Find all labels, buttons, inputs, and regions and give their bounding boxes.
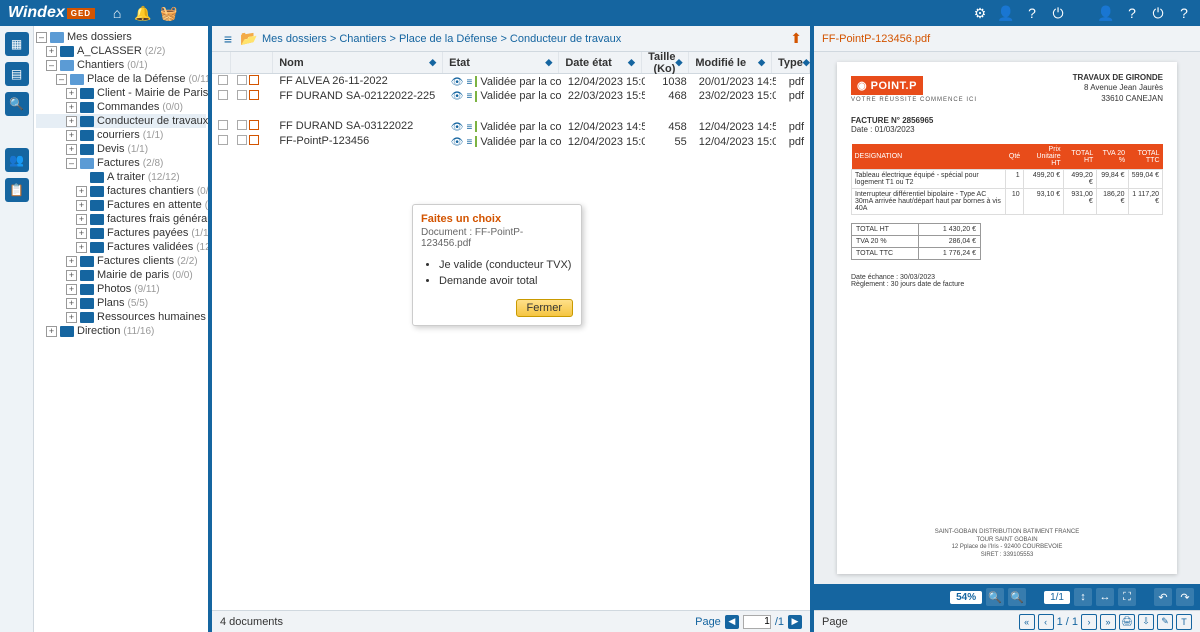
document-page: ◉ POINT.P VOTRE RÉUSSITE COMMENCE ICI TR…: [837, 62, 1177, 574]
pointp-logo: ◉ POINT.P: [851, 76, 923, 95]
zoom-level: 54%: [950, 591, 982, 604]
zoom-out-icon[interactable]: 🔍: [986, 588, 1004, 606]
fullscreen-icon[interactable]: ⛶: [1118, 588, 1136, 606]
tree-item[interactable]: +Factures en attente (0/0): [36, 198, 206, 212]
modal-subtitle: Document : FF-PointP-123456.pdf: [421, 227, 573, 249]
tree-item[interactable]: –Factures (2/8): [36, 156, 206, 170]
modal-close-button[interactable]: Fermer: [516, 299, 573, 317]
menu-icon[interactable]: ≡: [220, 31, 236, 47]
table-row[interactable]: FF-PointP-123456👁 ≡ Validée par la compt…: [212, 134, 810, 149]
tree-item[interactable]: +Conducteur de travaux (11/11): [36, 114, 206, 128]
tree-item[interactable]: A traiter (12/12): [36, 170, 206, 184]
folder-add-icon[interactable]: 📂: [241, 31, 257, 47]
rail-filter-icon[interactable]: ▤: [5, 62, 29, 86]
preview-filename: FF-PointP-123456.pdf: [814, 26, 1200, 52]
gear-icon[interactable]: ⚙: [972, 5, 988, 21]
first-page-icon[interactable]: «: [1019, 614, 1035, 630]
tree-item[interactable]: +factures chantiers (0/0): [36, 184, 206, 198]
breadcrumb-text: Mes dossiers > Chantiers > Place de la D…: [262, 33, 621, 45]
user2-icon[interactable]: 👤: [1098, 5, 1114, 21]
tree-item[interactable]: +Factures payées (1/1): [36, 226, 206, 240]
modal-option-validate[interactable]: Je valide (conducteur TVX): [439, 257, 573, 273]
modal-title: Faites un choix: [421, 213, 573, 225]
sign-icon[interactable]: ✎: [1157, 614, 1173, 630]
tree-item[interactable]: +Client - Mairie de Paris (8/10): [36, 86, 206, 100]
page-next-icon[interactable]: ▶: [788, 615, 802, 629]
rotate-right-icon[interactable]: ↷: [1176, 588, 1194, 606]
page-prev-icon[interactable]: ◀: [725, 615, 739, 629]
modal-option-avoir[interactable]: Demande avoir total: [439, 273, 573, 289]
center-panel: ≡ 📂 Mes dossiers > Chantiers > Place de …: [212, 26, 814, 632]
tree-item[interactable]: +Ressources humaines (2/2): [36, 310, 206, 324]
table-row[interactable]: FF DURAND SA-02122022-225👁 ≡ Validée par…: [212, 89, 810, 119]
app-logo: WindexGED: [8, 4, 95, 22]
tree-item[interactable]: +courriers (1/1): [36, 128, 206, 142]
topbar-right-icons: ⚙ 👤 ? ⏻ 👤 ? ⏻ ?: [972, 5, 1192, 21]
tree-item[interactable]: +Photos (9/11): [36, 282, 206, 296]
grid-header: Nom◆ Etat◆ Date état◆ Taille (Ko)◆ Modif…: [212, 52, 810, 74]
topbar-left-icons: ⌂ 🔔 🧺: [109, 5, 177, 21]
zoom-in-icon[interactable]: 🔍: [1008, 588, 1026, 606]
invoice-totals: TOTAL HT1 430,20 € TVA 20 %286,04 € TOTA…: [851, 223, 981, 260]
tree-item[interactable]: +A_CLASSER (2/2): [36, 44, 206, 58]
rail-search-icon[interactable]: 🔍: [5, 92, 29, 116]
preview-viewport[interactable]: ◉ POINT.P VOTRE RÉUSSITE COMMENCE ICI TR…: [814, 52, 1200, 584]
center-statusbar: 4 documents Page ◀ /1 ▶: [212, 610, 810, 632]
rail-layout-icon[interactable]: ▦: [5, 32, 29, 56]
text-icon[interactable]: T: [1176, 614, 1192, 630]
download-icon[interactable]: ⇩: [1138, 614, 1154, 630]
basket-icon[interactable]: 🧺: [161, 5, 177, 21]
power2-icon[interactable]: ⏻: [1150, 5, 1166, 21]
tree-root[interactable]: –Mes dossiers: [36, 30, 206, 44]
help3-icon[interactable]: ?: [1176, 5, 1192, 21]
preview-toolbar: 54% 🔍 🔍 1/1 ↕ ↔ ⛶ ↶ ↷: [814, 584, 1200, 610]
table-row[interactable]: FF DURAND SA-03122022👁 ≡ Validée par la …: [212, 119, 810, 134]
power-icon[interactable]: ⏻: [1050, 5, 1066, 21]
preview-panel: FF-PointP-123456.pdf ◉ POINT.P VOTRE RÉU…: [814, 26, 1200, 632]
help-icon[interactable]: ?: [1024, 5, 1040, 21]
tree-item[interactable]: +Factures validées (12/12): [36, 240, 206, 254]
tree-item[interactable]: –Place de la Défense (0/11): [36, 72, 206, 86]
rail-clipboard-icon[interactable]: 📋: [5, 178, 29, 202]
help2-icon[interactable]: ?: [1124, 5, 1140, 21]
table-row[interactable]: FF ALVEA 26-11-2022👁 ≡ Validée par la co…: [212, 74, 810, 89]
invoice-table: DESIGNATIONQtéPrix Unitaire HTTOTAL HTTV…: [851, 144, 1163, 215]
tree-item[interactable]: +Plans (5/5): [36, 296, 206, 310]
fit-width-icon[interactable]: ↔: [1096, 588, 1114, 606]
next-page-icon[interactable]: ›: [1081, 614, 1097, 630]
preview-statusbar: Page « ‹ 1 / 1 › » 🖨 ⇩ ✎ T: [814, 610, 1200, 632]
page-indicator: 1/1: [1044, 591, 1070, 604]
tree-item[interactable]: +Factures clients (2/2): [36, 254, 206, 268]
tree-item[interactable]: +Devis (1/1): [36, 142, 206, 156]
folder-tree: –Mes dossiers +A_CLASSER (2/2)–Chantiers…: [34, 26, 212, 632]
tree-item[interactable]: +Direction (11/16): [36, 324, 206, 338]
page-input[interactable]: [743, 615, 771, 629]
rail-users-icon[interactable]: 👥: [5, 148, 29, 172]
grid-body: FF ALVEA 26-11-2022👁 ≡ Validée par la co…: [212, 74, 810, 610]
tree-item[interactable]: +Mairie de paris (0/0): [36, 268, 206, 282]
home-icon[interactable]: ⌂: [109, 5, 125, 21]
fit-height-icon[interactable]: ↕: [1074, 588, 1092, 606]
topbar: WindexGED ⌂ 🔔 🧺 ⚙ 👤 ? ⏻ 👤 ? ⏻ ?: [0, 0, 1200, 26]
doc-count: 4 documents: [220, 616, 283, 628]
breadcrumb: ≡ 📂 Mes dossiers > Chantiers > Place de …: [212, 26, 810, 52]
bell-icon[interactable]: 🔔: [135, 5, 151, 21]
tree-item[interactable]: +Commandes (0/0): [36, 100, 206, 114]
print-icon[interactable]: 🖨: [1119, 614, 1135, 630]
last-page-icon[interactable]: »: [1100, 614, 1116, 630]
tree-item[interactable]: –Chantiers (0/1): [36, 58, 206, 72]
upload-icon[interactable]: ⬆: [790, 30, 802, 47]
rotate-left-icon[interactable]: ↶: [1154, 588, 1172, 606]
sidebar-rail: ▦ ▤ 🔍 👥 📋: [0, 26, 34, 632]
choice-modal: Faites un choix Document : FF-PointP-123…: [412, 204, 582, 326]
user-icon[interactable]: 👤: [998, 5, 1014, 21]
tree-item[interactable]: +factures frais généraux (0/0): [36, 212, 206, 226]
prev-page-icon[interactable]: ‹: [1038, 614, 1054, 630]
